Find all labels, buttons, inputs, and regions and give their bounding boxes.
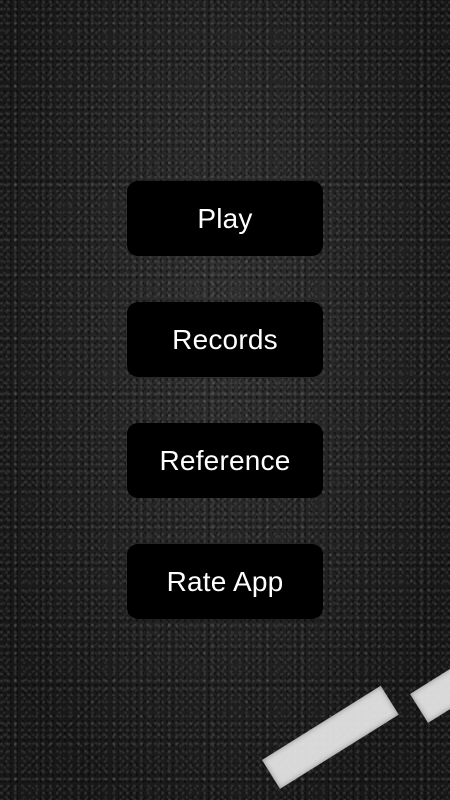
play-button[interactable]: Play [127, 181, 323, 256]
road-marking-stripe [410, 630, 450, 723]
records-button[interactable]: Records [127, 302, 323, 377]
reference-button[interactable]: Reference [127, 423, 323, 498]
main-menu: Play Records Reference Rate App [127, 181, 323, 619]
rate-app-button[interactable]: Rate App [127, 544, 323, 619]
road-marking-stripe [262, 685, 399, 789]
asphalt-background: Play Records Reference Rate App [0, 0, 450, 800]
